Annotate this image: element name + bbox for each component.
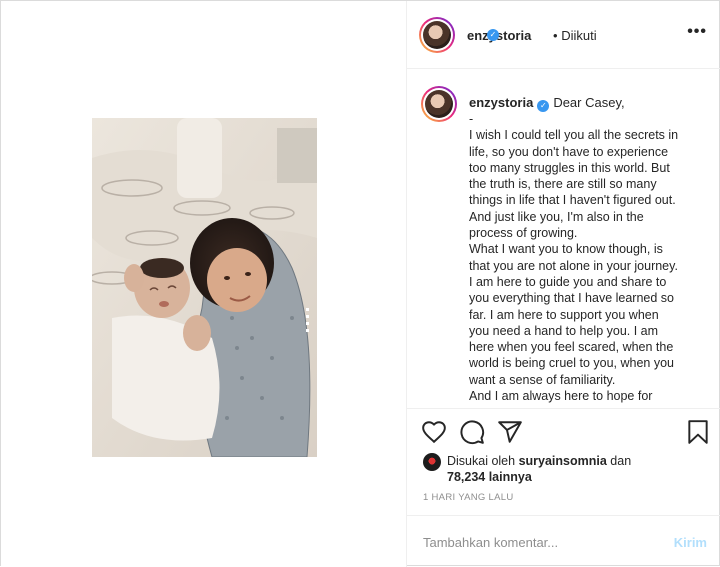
caption-line: that you are not alone in your journey.	[469, 258, 678, 273]
caption-text: - I wish I could tell you all the secret…	[469, 111, 707, 404]
liked-by-prefix: Disukai oleh	[447, 454, 516, 468]
comment-input[interactable]: Tambahkan komentar...	[423, 535, 558, 550]
caption-line: And just like you, I'm also in the	[469, 209, 644, 224]
caption-line: you need a hand to help you. I am	[469, 323, 659, 338]
bookmark-icon[interactable]	[685, 419, 711, 445]
liked-by-user[interactable]: suryainsomnia	[519, 454, 607, 468]
caption-line: process of growing.	[469, 226, 578, 241]
verified-badge-icon: ✓	[487, 29, 499, 41]
caption-area: enzystoria ✓ Dear Casey, - I wish I could …	[407, 69, 720, 409]
post-header: enzystoria ✓ • Diikuti •••	[407, 1, 720, 69]
caption-line: want a sense of familiarity.	[469, 372, 616, 387]
caption-first-line: enzystoria ✓ Dear Casey,	[469, 95, 625, 112]
liker-avatar[interactable]	[423, 453, 441, 471]
caption-line: What I want you to know though, is	[469, 242, 663, 257]
media-panel	[1, 1, 407, 567]
caption-line: things in life that I haven't figured ou…	[469, 193, 676, 208]
comment-icon[interactable]	[459, 419, 485, 445]
caption-line: far. I am here to support you when	[469, 307, 659, 322]
comment-box: Tambahkan komentar... Kirim	[407, 515, 720, 567]
liked-by-conj: dan	[610, 454, 632, 468]
caption-line: world is being cruel to you, when you	[469, 356, 674, 371]
liked-by-line: Disukai oleh suryainsomnia dan	[447, 454, 631, 468]
share-icon[interactable]	[497, 419, 523, 445]
post-timestamp[interactable]: 1 HARI YANG LALU	[423, 492, 514, 503]
post-sidebar: enzystoria ✓ • Diikuti ••• enzystoria ✓ De…	[407, 1, 720, 567]
caption-author-avatar[interactable]	[421, 86, 457, 122]
caption-line: the truth is, there are still so many	[469, 177, 657, 192]
caption-line: you everything that I have learned so	[469, 291, 674, 306]
author-avatar[interactable]	[419, 17, 455, 53]
action-bar	[407, 411, 720, 451]
follow-status-label: Diikuti	[561, 28, 597, 43]
caption-line: I wish I could tell you all the secrets …	[469, 128, 679, 143]
author-username[interactable]: enzystoria	[467, 28, 531, 43]
caption-line: life, so you don't have to experience	[469, 144, 669, 159]
heart-icon[interactable]	[421, 419, 447, 445]
caption-line: -	[469, 112, 474, 126]
follow-status[interactable]: ✓ • Diikuti	[487, 28, 597, 43]
post-comment-button[interactable]: Kirim	[674, 535, 707, 550]
more-options-icon[interactable]: •••	[687, 23, 707, 41]
caption-line: I am here to guide you and share to	[469, 274, 667, 289]
likes-count[interactable]: 78,234 lainnya	[447, 470, 532, 484]
caption-username[interactable]: enzystoria	[469, 95, 533, 110]
caption-line: here when you feel scared, when the	[469, 340, 674, 355]
caption-line: And I am always here to hope for	[469, 389, 653, 404]
follow-separator: •	[553, 28, 558, 43]
caption-greeting: Dear Casey,	[553, 95, 625, 110]
caption-line: too many struggles in this world. But	[469, 160, 670, 175]
post-photo[interactable]	[92, 118, 317, 457]
post-modal: enzystoria ✓ • Diikuti ••• enzystoria ✓ De…	[0, 0, 720, 567]
photo-image	[92, 118, 317, 457]
